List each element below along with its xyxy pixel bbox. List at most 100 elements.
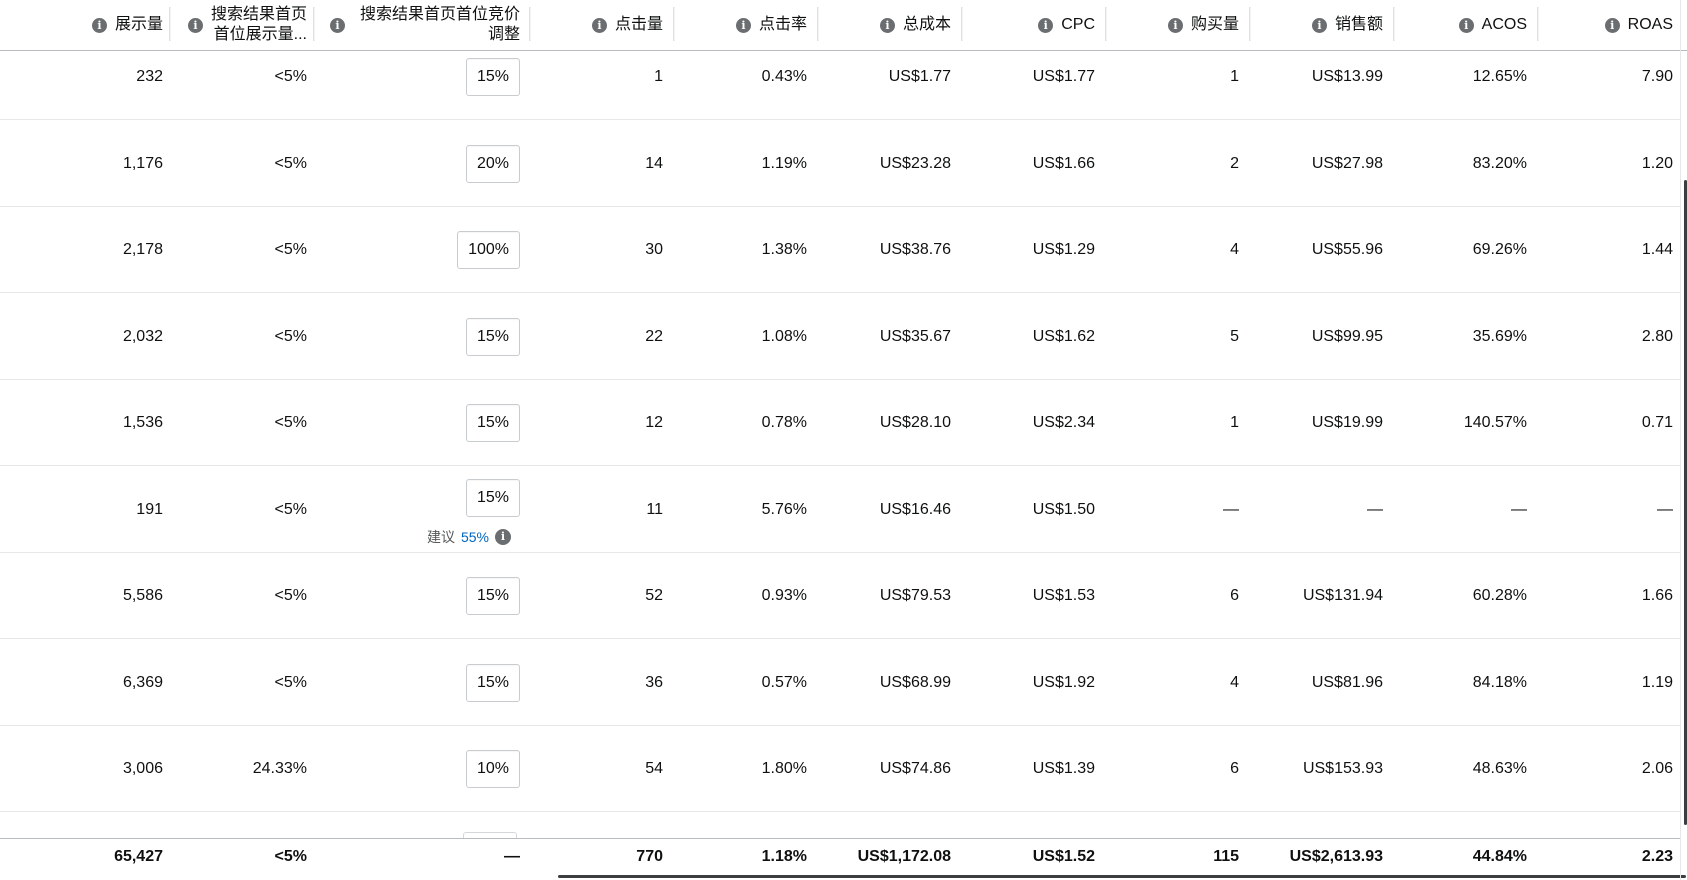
cell-top-of-search-share: <5% xyxy=(274,155,307,172)
cell-acos: 35.69% xyxy=(1472,328,1527,345)
total-cost: US$1,172.08 xyxy=(857,848,951,865)
suggested-bid-value[interactable]: 55% xyxy=(461,529,489,545)
info-icon[interactable]: i xyxy=(330,17,345,33)
cell-bid-adjustment: 15% xyxy=(318,553,531,639)
cell-ctr: 5.76% xyxy=(761,501,807,518)
cell-sales: US$153.93 xyxy=(1302,760,1383,777)
info-icon[interactable]: i xyxy=(187,17,203,33)
cell-bid-adjustment: 10% xyxy=(318,726,531,812)
cell-acos: 69.26% xyxy=(1472,241,1527,258)
cell-total-cost: US$35.67 xyxy=(879,328,951,345)
cell-roas: 0.71 xyxy=(1641,414,1673,431)
column-header-label: CPC xyxy=(1061,16,1095,33)
bid-adjustment-input[interactable]: 15% xyxy=(465,664,520,702)
cell-roas: 1.44 xyxy=(1641,241,1673,258)
cell-cpc: US$1.77 xyxy=(1032,68,1095,85)
cell-top-of-search-share: <5% xyxy=(274,674,307,691)
cell-top-of-search-share: <5% xyxy=(274,414,307,431)
cell-acos: 140.57% xyxy=(1463,414,1527,431)
cell-ctr: 1.38% xyxy=(761,241,807,258)
cell-clicks: 54 xyxy=(645,760,663,777)
cell-roas: 1.19 xyxy=(1641,674,1673,691)
cell-ctr: 1.80% xyxy=(761,760,807,777)
cell-purchases: 6 xyxy=(1230,587,1239,604)
column-header-label: 展示量 xyxy=(114,16,163,33)
cell-bid-adjustment: 建议 55% i 15% xyxy=(318,467,531,553)
cell-impressions: 2,178 xyxy=(122,241,163,258)
cell-acos: 84.18% xyxy=(1472,674,1527,691)
column-header-label: ROAS xyxy=(1627,16,1673,33)
cell-sales: US$13.99 xyxy=(1311,68,1383,85)
horizontal-scrollbar[interactable] xyxy=(558,875,1686,878)
bid-adjustment-input[interactable]: 10% xyxy=(465,750,520,788)
cell-cpc: US$1.92 xyxy=(1032,674,1095,691)
cell-bid-adjustment: 15% xyxy=(318,640,531,726)
info-icon[interactable]: i xyxy=(495,529,511,545)
cell-impressions: 6,369 xyxy=(122,674,163,691)
column-header-label-line1: 搜索结果首页首位竞价 xyxy=(359,6,520,23)
cell-bid-adjustment: 15% xyxy=(318,294,531,380)
total-acos: 44.84% xyxy=(1472,848,1527,865)
cell-sales: US$81.96 xyxy=(1311,674,1383,691)
cell-roas: — xyxy=(1657,501,1673,518)
info-icon[interactable]: i xyxy=(1458,17,1474,33)
table-row: 191 <5% 建议 55% i 15% 11 5.76% US$16.46 US$1.50 — — —… xyxy=(0,467,1680,553)
cell-sales: US$55.96 xyxy=(1311,241,1383,258)
total-impressions: 65,427 xyxy=(114,848,163,865)
cell-impressions: 2,032 xyxy=(122,328,163,345)
cell-top-of-search-share: <5% xyxy=(274,68,307,85)
total-purchases: 115 xyxy=(1213,848,1239,865)
cell-total-cost: US$79.53 xyxy=(879,587,951,604)
cell-acos: 83.20% xyxy=(1472,155,1527,172)
table-row: 1,536 <5% 15% 12 0.78% US$28.10 US$2.34 1 US$19.… xyxy=(0,380,1680,466)
table-row: 3,006 24.33% 10% 54 1.80% US$74.86 US$1.39 6 US$… xyxy=(0,726,1680,812)
scroll-area-divider xyxy=(1680,0,1681,880)
cell-total-cost: US$23.28 xyxy=(879,155,951,172)
cell-clicks: 1 xyxy=(654,68,663,85)
cell-clicks: 52 xyxy=(645,587,663,604)
bid-adjustment-input[interactable]: 15% xyxy=(465,318,520,356)
cell-total-cost: US$74.86 xyxy=(879,760,951,777)
info-icon[interactable]: i xyxy=(735,17,751,33)
cell-top-of-search-share: <5% xyxy=(274,501,307,518)
cell-clicks: 12 xyxy=(645,414,663,431)
cell-clicks: 14 xyxy=(645,155,663,172)
bid-adjustment-input[interactable]: 20% xyxy=(465,145,520,183)
info-icon[interactable]: i xyxy=(1311,17,1327,33)
cell-impressions: 191 xyxy=(136,501,163,518)
cell-top-of-search-share: <5% xyxy=(274,241,307,258)
bid-adjustment-input[interactable]: 15% xyxy=(465,577,520,615)
cell-cpc: US$1.39 xyxy=(1032,760,1095,777)
table-totals-row: 65,427 <5% — 770 1.18% US$1,172.08 US$1.… xyxy=(0,838,1680,880)
cell-impressions: 3,006 xyxy=(122,760,163,777)
bid-adjustment-input[interactable]: 15% xyxy=(465,404,520,442)
cell-roas: 2.80 xyxy=(1641,328,1673,345)
cell-impressions: 232 xyxy=(136,68,163,85)
total-ctr: 1.18% xyxy=(761,848,807,865)
info-icon[interactable]: i xyxy=(1038,17,1054,33)
cell-ctr: 0.93% xyxy=(761,587,807,604)
bid-adjustment-input[interactable]: 15% xyxy=(465,479,520,517)
info-icon[interactable]: i xyxy=(879,17,895,33)
table-row: 232 <5% 15% 1 0.43% US$1.77 US$1.77 1 US$13.99 12… xyxy=(0,34,1680,120)
cell-bid-adjustment: 100% xyxy=(318,207,531,293)
cell-impressions: 1,176 xyxy=(122,155,163,172)
total-sales: US$2,613.93 xyxy=(1289,848,1383,865)
cell-ctr: 1.19% xyxy=(761,155,807,172)
cell-ctr: 0.57% xyxy=(761,674,807,691)
cell-total-cost: US$1.77 xyxy=(888,68,951,85)
cell-bid-adjustment: 15% xyxy=(318,380,531,466)
cell-clicks: 22 xyxy=(645,328,663,345)
cell-total-cost: US$16.46 xyxy=(879,501,951,518)
info-icon[interactable]: i xyxy=(91,17,107,33)
info-icon[interactable]: i xyxy=(1167,17,1183,33)
cell-purchases: 1 xyxy=(1230,414,1239,431)
total-top-of-search-share: <5% xyxy=(274,848,307,865)
bid-adjustment-input[interactable]: 100% xyxy=(457,231,520,269)
info-icon[interactable]: i xyxy=(591,17,607,33)
info-icon[interactable]: i xyxy=(1604,17,1620,33)
bid-adjustment-input[interactable]: 15% xyxy=(465,58,520,96)
cell-impressions: 5,586 xyxy=(122,587,163,604)
cell-sales: US$99.95 xyxy=(1311,328,1383,345)
cell-bid-adjustment: 15% xyxy=(318,34,531,120)
